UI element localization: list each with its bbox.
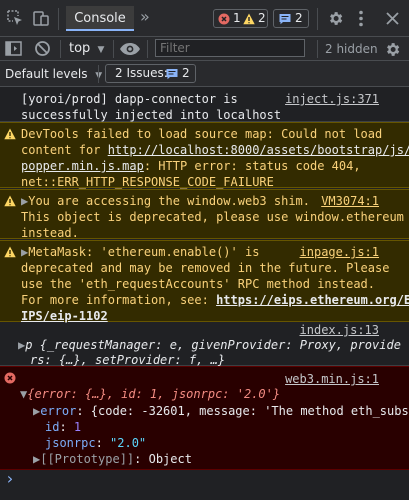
message-text[interactable]: ▶You are accessing the window.web3 shim.: [21, 193, 310, 209]
console-prompt[interactable]: ›: [0, 470, 409, 500]
error-icon: [4, 372, 16, 384]
context-label: top: [69, 41, 91, 56]
issues-label: 2 Issues:: [115, 66, 168, 80]
object-preview[interactable]: ▶p {_requestManager: e, givenProvider: P…: [18, 337, 401, 353]
message-source-link[interactable]: web3.min.js:1: [285, 371, 379, 387]
devtools-main-toolbar: Console » 1 2 2: [0, 0, 409, 37]
property-key: [[Prototype]]: [40, 452, 135, 466]
console-levels-toolbar: Default levels ▼: [0, 61, 409, 87]
toolbar-divider: [317, 40, 318, 58]
toolbar-divider: [147, 40, 148, 58]
more-tabs-icon[interactable]: »: [140, 8, 150, 26]
inspect-element-icon[interactable]: [6, 9, 24, 27]
object-property-row[interactable]: ▶error: {code: -32601, message: 'The met…: [33, 403, 409, 419]
message-text: For more information, see: https://eips.…: [21, 292, 409, 308]
context-selector[interactable]: top ▼: [69, 40, 104, 59]
message-count: 2: [295, 11, 303, 25]
property-value: : Object: [134, 452, 192, 466]
device-toolbar-icon[interactable]: [32, 9, 50, 27]
clear-console-icon[interactable]: [34, 40, 51, 57]
console-message-error: web3.min.js:1 ▼{error: {…}, id: 1, jsonr…: [0, 366, 409, 470]
console-message-log: index.js:13 ▶p {_requestManager: e, give…: [0, 322, 409, 367]
message-text: This object is deprecated, please use wi…: [21, 210, 404, 224]
console-message-warning: DevTools failed to load source map: Coul…: [0, 122, 409, 189]
toolbar-divider: [98, 65, 99, 83]
message-text: use the 'eth_requestAccounts' RPC method…: [21, 277, 376, 291]
message-text: deprecated and may be removed in the fut…: [21, 261, 390, 275]
error-icon: [218, 13, 230, 25]
property-value: "2.0": [110, 436, 147, 450]
error-count: 1: [233, 11, 241, 25]
message-text-part: content for: [21, 143, 108, 157]
object-preview[interactable]: ▼{error: {…}, id: 1, jsonrpc: '2.0'}: [20, 386, 280, 402]
object-preview-text: {error: {…}, id: 1, jsonrpc: '2.0'}: [27, 387, 281, 401]
log-levels-dropdown[interactable]: Default levels ▼: [5, 65, 102, 85]
object-preview-text: {_requestManager: e, givenProvider: Prox…: [39, 338, 401, 352]
message-counter[interactable]: 2: [273, 9, 309, 28]
warning-icon: [4, 128, 16, 140]
message-text[interactable]: ▶MetaMask: 'ethereum.enable()' is: [21, 244, 259, 260]
issues-count: 2: [182, 66, 190, 80]
message-text: popper.min.js.map: HTTP error: status co…: [21, 158, 361, 174]
property-value: 1: [73, 420, 82, 434]
property-key: error: [40, 404, 77, 418]
prompt-chevron-icon: ›: [5, 469, 15, 488]
console-settings-gear-icon[interactable]: [384, 41, 401, 58]
message-text: successfully injected into localhost: [21, 108, 282, 122]
source-map-link[interactable]: popper.min.js.map: [21, 159, 144, 173]
toolbar-divider: [113, 40, 114, 58]
object-property-row: jsonrpc: "2.0": [45, 436, 147, 450]
console-message-warning: ▶MetaMask: 'ethereum.enable()' is inpage…: [0, 240, 409, 323]
console-message-log: [yoroi/prod] dapp-connector is inject.js…: [0, 88, 409, 122]
message-source-link[interactable]: VM3074:1: [321, 193, 379, 209]
issues-button[interactable]: 2 Issues: 2: [105, 64, 196, 83]
warning-icon: [4, 195, 16, 207]
live-expression-eye-icon[interactable]: [119, 42, 141, 56]
object-property-row[interactable]: ▶[[Prototype]]: Object: [33, 451, 192, 467]
message-source-link[interactable]: inject.js:371: [285, 91, 379, 107]
dropdown-arrow-icon: ▼: [97, 45, 105, 55]
error-warning-counter[interactable]: 1 2: [213, 9, 268, 28]
hidden-messages-count: 2 hidden: [325, 42, 378, 56]
source-map-link[interactable]: http://localhost:8000/assets/bootstrap/j…: [108, 143, 409, 157]
message-text: instead.: [21, 226, 79, 240]
warning-icon: [4, 246, 16, 258]
issues-message-icon: [166, 69, 178, 80]
object-class-name: p: [25, 338, 40, 352]
filter-input[interactable]: [155, 39, 305, 57]
message-text: [yoroi/prod] dapp-connector is: [21, 92, 238, 106]
property-key: id: [45, 420, 60, 434]
message-text-part: For more information, see:: [21, 293, 217, 307]
console-message-warning: ▶You are accessing the window.web3 shim.…: [0, 189, 409, 240]
message-text: DevTools failed to load source map: Coul…: [21, 127, 383, 141]
eip-link[interactable]: https://eips.ethereum.org/E: [216, 293, 409, 307]
toolbar-divider: [317, 8, 318, 30]
message-text-part: : HTTP error: status code 404,: [143, 159, 361, 173]
warning-count: 2: [258, 11, 266, 25]
close-icon[interactable]: [386, 12, 399, 25]
message-source-link[interactable]: inpage.js:1: [300, 244, 379, 260]
property-key: jsonrpc: [45, 436, 96, 450]
more-options-icon[interactable]: [358, 10, 364, 27]
toolbar-divider: [60, 40, 61, 58]
toolbar-divider: [58, 8, 59, 30]
message-text: net::ERR_HTTP_RESPONSE_CODE_FAILURE: [21, 175, 274, 189]
message-text-part: MetaMask: 'ethereum.enable()' is: [28, 245, 260, 259]
sidebar-toggle-icon[interactable]: [5, 40, 22, 57]
tab-console[interactable]: Console: [66, 6, 134, 31]
property-value: : {code: -32601, message: 'The method et…: [76, 404, 409, 418]
message-text: content for http://localhost:8000/assets…: [21, 142, 409, 158]
settings-gear-icon[interactable]: [327, 10, 344, 27]
log-levels-label: Default levels: [5, 67, 88, 81]
message-text-part: You are accessing the window.web3 shim.: [28, 194, 310, 208]
object-property-row: id: 1: [45, 420, 82, 434]
warning-icon: [243, 13, 255, 25]
message-source-link[interactable]: index.js:13: [300, 322, 379, 338]
eip-link[interactable]: IPS/eip-1102: [21, 309, 108, 323]
message-icon: [279, 14, 291, 25]
